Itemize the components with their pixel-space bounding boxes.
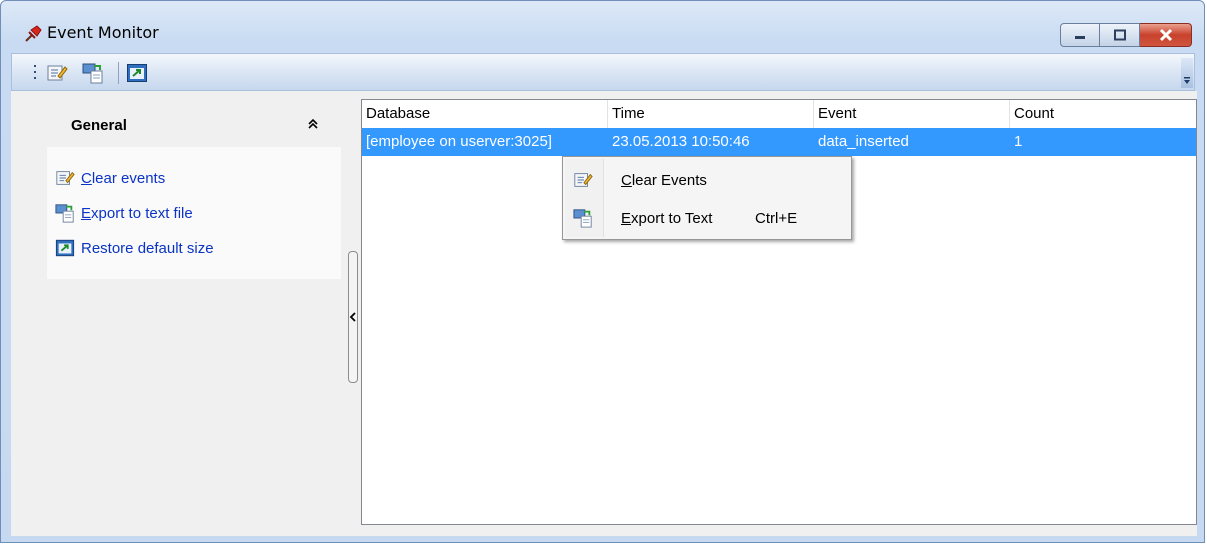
event-monitor-window: Event Monitor General Clear events Expor… bbox=[0, 0, 1205, 543]
toolbar-export-to-text-button[interactable] bbox=[82, 62, 104, 84]
chevron-down-icon bbox=[1184, 77, 1190, 84]
clear-events-icon bbox=[56, 171, 75, 185]
minimize-button[interactable] bbox=[1060, 23, 1100, 47]
clear-events-icon bbox=[574, 173, 593, 187]
menu-item-clear-events[interactable]: Clear Events bbox=[565, 163, 849, 197]
cell-event: data_inserted bbox=[818, 133, 909, 150]
column-header-database[interactable]: Database bbox=[362, 100, 608, 128]
maximize-button[interactable] bbox=[1100, 23, 1140, 47]
export-to-text-icon bbox=[82, 63, 103, 84]
sidebar-item-export-to-text-file[interactable]: Export to text file bbox=[55, 202, 193, 224]
toolbar-clear-events-button[interactable] bbox=[46, 62, 68, 84]
export-to-text-icon bbox=[55, 204, 74, 223]
table-row[interactable]: [employee on userver:3025] 23.05.2013 10… bbox=[362, 128, 1196, 156]
column-header-time[interactable]: Time bbox=[608, 100, 814, 128]
task-panel: General Clear events Export to text file… bbox=[35, 91, 357, 536]
pin-icon bbox=[25, 25, 42, 42]
window-title: Event Monitor bbox=[47, 23, 159, 42]
restore-default-size-icon bbox=[127, 64, 147, 82]
cell-count: 1 bbox=[1014, 133, 1023, 150]
sidebar-item-restore-default-size[interactable]: Restore default size bbox=[55, 237, 214, 259]
toolbar-overflow-button[interactable] bbox=[1181, 58, 1193, 88]
sidebar-item-clear-events[interactable]: Clear events bbox=[55, 167, 165, 189]
close-button[interactable] bbox=[1140, 23, 1192, 47]
menu-item-label: Export to Text bbox=[621, 210, 713, 227]
clear-events-icon bbox=[47, 65, 68, 81]
panel-splitter[interactable] bbox=[348, 251, 358, 383]
chevron-left-icon bbox=[349, 312, 356, 322]
grid-header: Database Time Event Count bbox=[362, 100, 1196, 129]
minimize-icon bbox=[1075, 36, 1085, 39]
export-to-text-icon bbox=[573, 209, 592, 228]
cell-time: 23.05.2013 10:50:46 bbox=[612, 133, 750, 150]
menu-item-export-to-text[interactable]: Export to Text Ctrl+E bbox=[565, 201, 849, 235]
collapse-chevron-icon[interactable] bbox=[307, 117, 319, 131]
restore-default-size-icon bbox=[55, 239, 75, 257]
title-bar[interactable]: Event Monitor bbox=[1, 1, 1204, 53]
toolbar-separator bbox=[118, 62, 119, 84]
group-body: Clear events Export to text file Restore… bbox=[47, 147, 341, 279]
toolbar-restore-default-size-button[interactable] bbox=[126, 62, 148, 84]
sidebar-item-label: Export to text file bbox=[81, 204, 193, 222]
cell-database: [employee on userver:3025] bbox=[366, 133, 552, 150]
context-menu: Clear Events Export to Text Ctrl+E bbox=[562, 156, 852, 240]
maximize-icon bbox=[1113, 29, 1126, 41]
toolbar bbox=[11, 53, 1195, 91]
toolbar-grip-icon[interactable] bbox=[34, 64, 37, 82]
sidebar-item-label: Clear events bbox=[81, 169, 166, 187]
sidebar-item-label: Restore default size bbox=[81, 239, 214, 257]
close-icon bbox=[1159, 28, 1172, 42]
group-title: General bbox=[71, 117, 127, 134]
menu-item-label: Clear Events bbox=[621, 172, 707, 189]
column-header-event[interactable]: Event bbox=[814, 100, 1010, 128]
menu-item-shortcut: Ctrl+E bbox=[755, 210, 798, 227]
column-header-count[interactable]: Count bbox=[1010, 100, 1196, 128]
